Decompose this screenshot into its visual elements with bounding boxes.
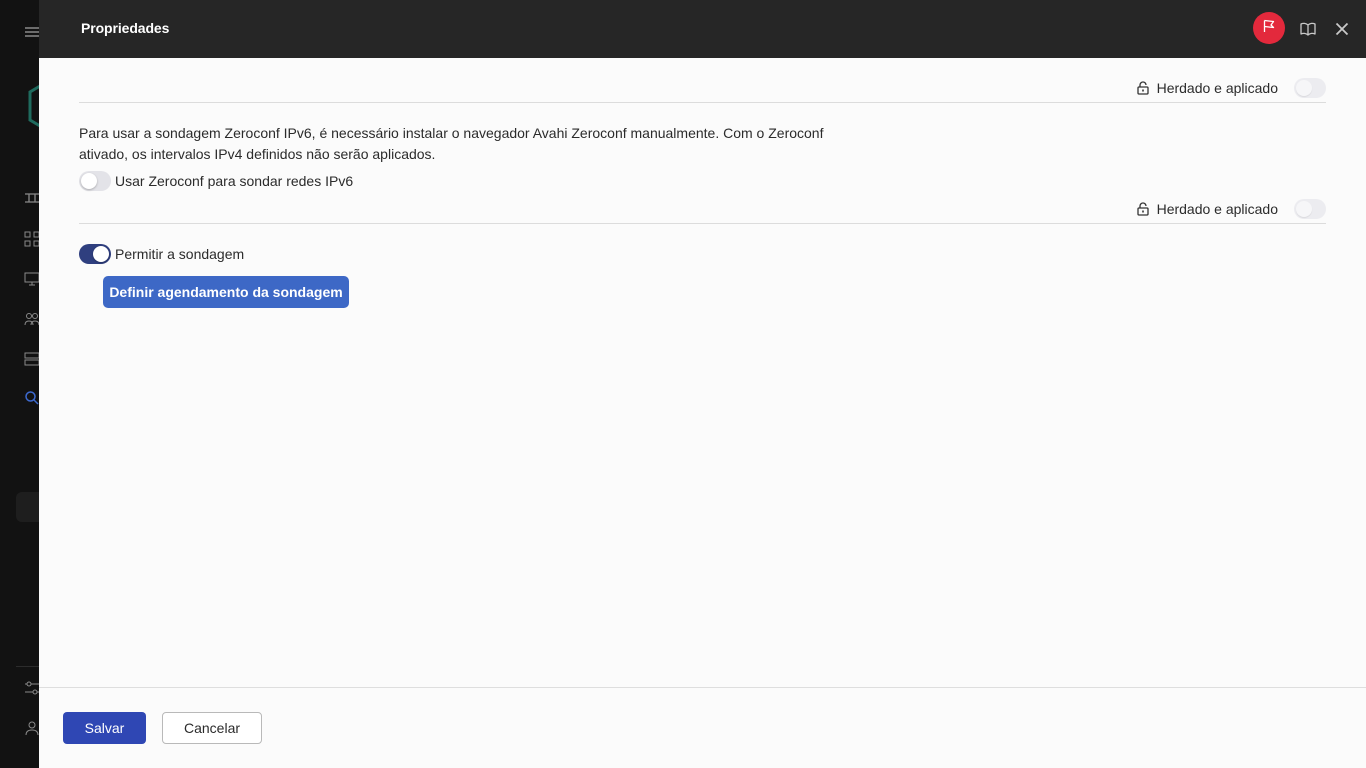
users-icon[interactable] — [24, 311, 40, 327]
cancel-button[interactable]: Cancelar — [162, 712, 262, 744]
dashboard-icon[interactable] — [24, 190, 40, 206]
properties-dialog: Propriedades Herdado e aplicado Para usa… — [39, 0, 1366, 768]
unlock-icon — [1136, 81, 1157, 95]
flag-icon — [1262, 19, 1276, 38]
zeroconf-toggle-label[interactable]: Usar Zeroconf para sondar redes IPv6 — [115, 173, 353, 189]
dialog-title: Propriedades — [81, 20, 170, 36]
close-button[interactable] — [1333, 20, 1351, 38]
user-icon[interactable] — [24, 720, 40, 736]
zeroconf-description: Para usar a sondagem Zeroconf IPv6, é ne… — [79, 125, 824, 162]
dialog-header: Propriedades — [39, 0, 1366, 58]
flag-button[interactable] — [1253, 12, 1285, 44]
inherit-label: Herdado e aplicado — [1156, 80, 1278, 96]
toggle-knob — [93, 246, 109, 262]
allow-toggle-row[interactable]: Permitir a sondagem — [79, 243, 244, 265]
book-icon — [1299, 22, 1317, 42]
inherit-toggle-1[interactable] — [1294, 78, 1326, 98]
help-button[interactable] — [1299, 20, 1317, 38]
inherit-toggle-2[interactable] — [1294, 199, 1326, 219]
zeroconf-toggle-row[interactable]: Usar Zeroconf para sondar redes IPv6 — [79, 170, 353, 192]
inherit-label: Herdado e aplicado — [1156, 201, 1278, 217]
divider — [79, 223, 1326, 224]
save-button[interactable]: Salvar — [63, 712, 146, 744]
zeroconf-toggle[interactable] — [79, 171, 111, 191]
divider — [79, 102, 1326, 103]
allow-probing-label[interactable]: Permitir a sondagem — [115, 246, 244, 262]
search-icon[interactable] — [24, 390, 40, 406]
unlock-icon — [1136, 202, 1157, 216]
settings-sliders-icon[interactable] — [24, 680, 40, 696]
server-icon[interactable] — [24, 351, 40, 367]
dialog-body: Herdado e aplicado Para usar a sondagem … — [39, 58, 1366, 688]
inherit-row-1: Herdado e aplicado — [1136, 77, 1326, 99]
dialog-footer: Salvar Cancelar — [39, 687, 1366, 768]
menu-icon[interactable] — [24, 24, 40, 40]
allow-probing-toggle[interactable] — [79, 244, 111, 264]
toggle-knob — [1296, 80, 1312, 96]
close-icon — [1333, 22, 1351, 42]
inherit-row-2: Herdado e aplicado — [1136, 198, 1326, 220]
set-schedule-button[interactable]: Definir agendamento da sondagem — [103, 276, 349, 308]
toggle-knob — [81, 173, 97, 189]
app-sidebar — [0, 0, 46, 768]
toggle-knob — [1296, 201, 1312, 217]
grid-icon[interactable] — [24, 231, 40, 247]
monitor-icon[interactable] — [24, 271, 40, 287]
